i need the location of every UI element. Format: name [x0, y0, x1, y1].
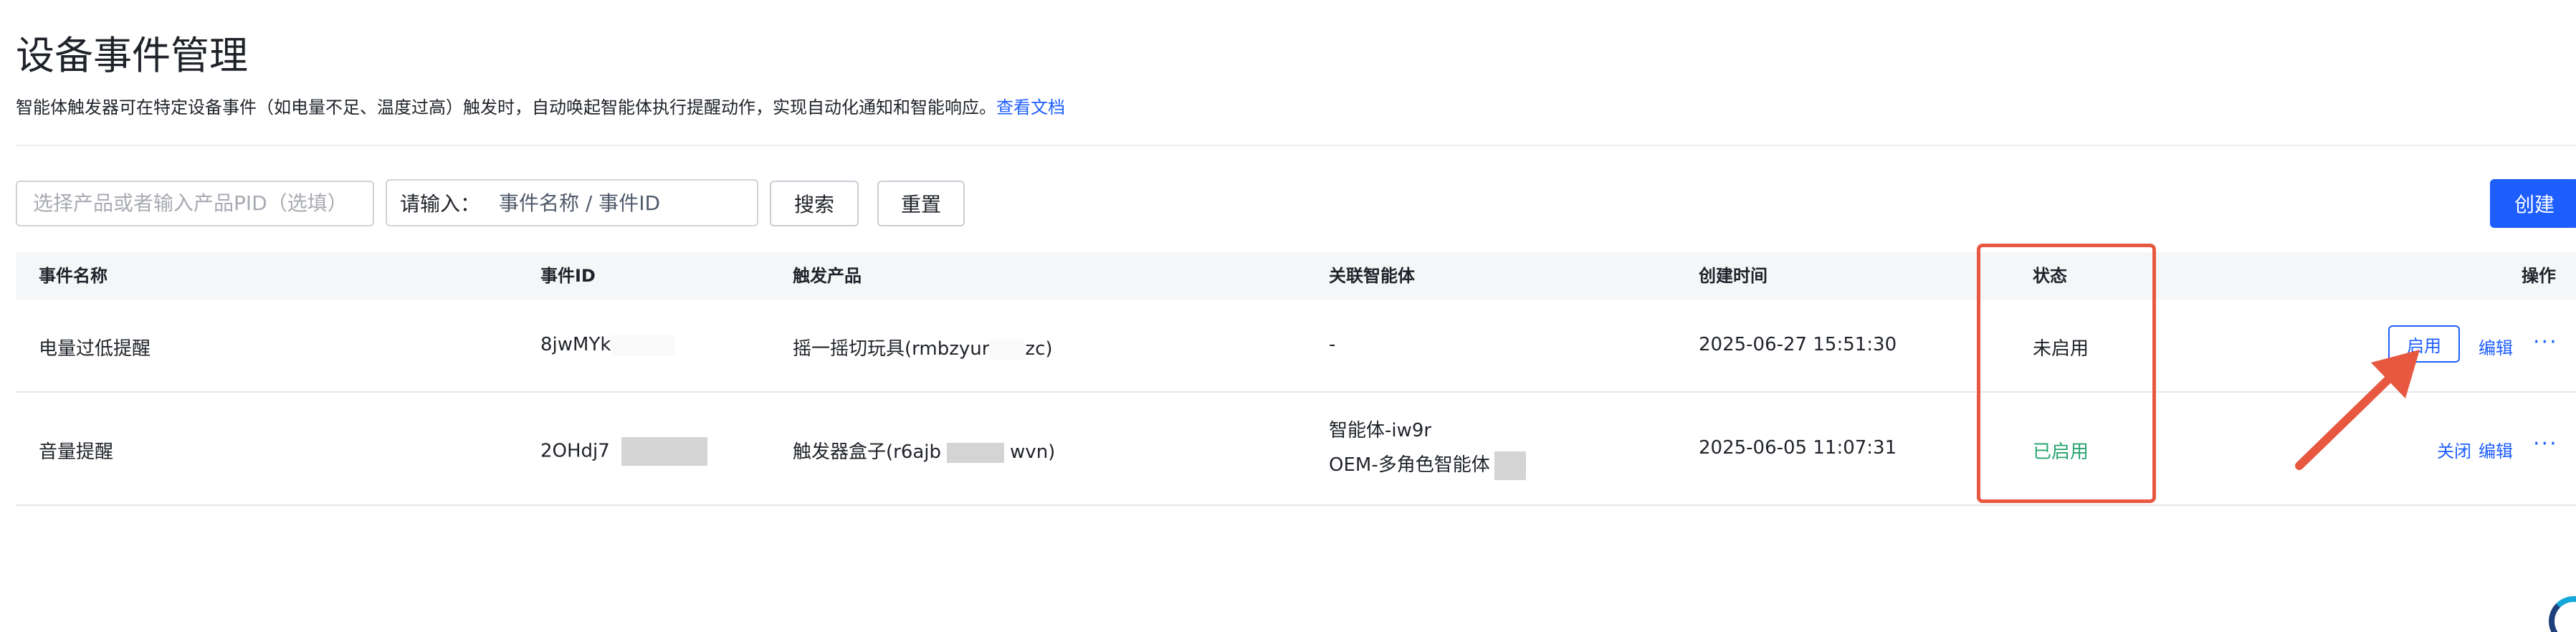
- column-header-event-id: 事件ID: [540, 266, 596, 286]
- device-event-management-page: 设备事件管理 智能体触发器可在特定设备事件（如电量不足、温度过高）触发时，自动唤…: [0, 0, 2576, 632]
- column-header-product: 触发产品: [793, 266, 862, 286]
- keyword-label: 请输入：: [400, 192, 481, 216]
- product-text-start: 摇一摇切玩具(rmbzyur: [793, 338, 990, 360]
- event-id: 8jwMYk: [540, 334, 676, 356]
- page-description: 智能体触发器可在特定设备事件（如电量不足、温度过高）触发时，自动唤起智能体执行提…: [16, 95, 1065, 120]
- linked-agent: 智能体-iw9r: [1329, 420, 1432, 441]
- page-title: 设备事件管理: [16, 33, 248, 78]
- redaction-mask: [1494, 451, 1526, 480]
- product-text-end: wvn): [1010, 441, 1056, 463]
- column-header-created-time: 创建时间: [1699, 266, 1768, 286]
- reset-button[interactable]: 重置: [877, 181, 965, 226]
- more-icon[interactable]: ···: [2533, 332, 2558, 353]
- table-row: 音量提醒 2OHdj7 触发器盒子(r6ajb wvn) 智能体-iw9r OEM…: [16, 393, 2576, 506]
- table-row: 电量过低提醒 8jwMYk 摇一摇切玩具(rmbzyur zc) - 2025-0…: [16, 300, 2576, 393]
- redaction-mask: [947, 442, 1005, 463]
- redaction-mask: [989, 339, 1026, 360]
- trigger-product: 触发器盒子(r6ajb wvn): [793, 437, 1055, 464]
- keyword-input[interactable]: [489, 181, 757, 225]
- view-docs-link[interactable]: 查看文档: [996, 97, 1065, 118]
- event-id-text: 2OHdj7: [540, 440, 610, 462]
- status-highlight-box: [1977, 244, 2156, 503]
- disable-link[interactable]: 关闭: [2437, 437, 2471, 462]
- linked-agent-text: OEM-多角色智能体: [1329, 454, 1490, 476]
- event-id-text: 8jwMYk: [540, 334, 611, 355]
- description-text: 智能体触发器可在特定设备事件（如电量不足、温度过高）触发时，自动唤起智能体执行提…: [16, 97, 996, 118]
- trigger-product: 摇一摇切玩具(rmbzyur zc): [793, 334, 1053, 360]
- column-header-agent: 关联智能体: [1329, 266, 1415, 286]
- event-name: 电量过低提醒: [39, 338, 151, 360]
- edit-link[interactable]: 编辑: [2479, 437, 2513, 462]
- search-button[interactable]: 搜索: [770, 181, 859, 226]
- redaction-mask: [621, 437, 707, 466]
- keyword-search-box: 请输入：: [386, 179, 758, 226]
- product-text-end: zc): [1025, 338, 1053, 360]
- table-header: 事件名称 事件ID 触发产品 关联智能体 创建时间 状态 操作: [16, 252, 2576, 300]
- column-header-actions: 操作: [2522, 266, 2556, 286]
- create-button[interactable]: 创建: [2490, 179, 2576, 228]
- linked-agent: -: [1329, 334, 1336, 355]
- edit-link[interactable]: 编辑: [2479, 334, 2513, 359]
- column-header-name: 事件名称: [39, 266, 108, 286]
- product-text-start: 触发器盒子(r6ajb: [793, 441, 942, 463]
- logo-icon[interactable]: [2549, 596, 2576, 632]
- annotation-arrow-icon: [2295, 350, 2420, 470]
- linked-agent: OEM-多角色智能体: [1329, 450, 1526, 480]
- event-id: 2OHdj7: [540, 437, 707, 466]
- created-time: 2025-06-27 15:51:30: [1699, 334, 1897, 355]
- product-pid-select[interactable]: 选择产品或者输入产品PID（选填）: [16, 181, 374, 226]
- header-divider: [16, 145, 2576, 146]
- redaction-mask: [611, 334, 676, 356]
- more-icon[interactable]: ···: [2533, 434, 2558, 455]
- created-time: 2025-06-05 11:07:31: [1699, 437, 1897, 459]
- event-name: 音量提醒: [39, 441, 114, 463]
